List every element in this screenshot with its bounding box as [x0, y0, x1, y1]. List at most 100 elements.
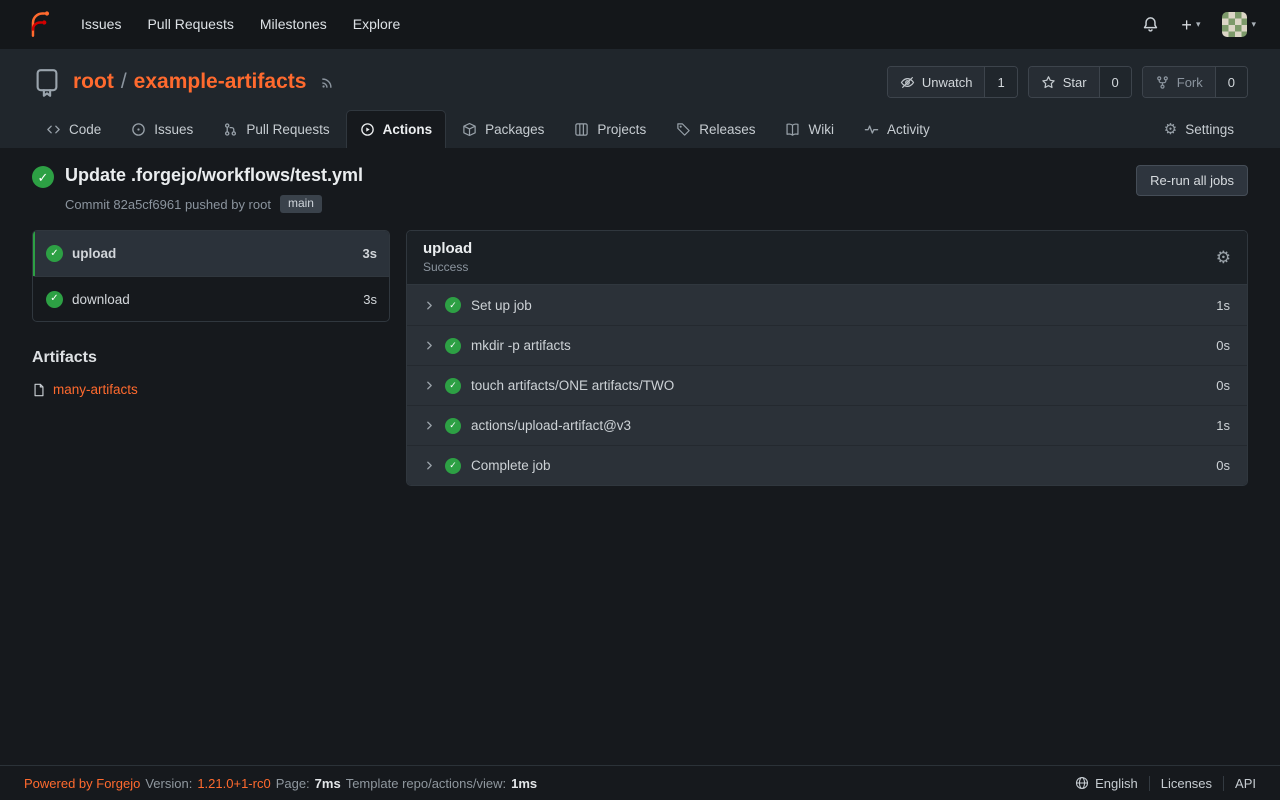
chevron-right-icon	[424, 460, 435, 471]
rerun-all-jobs-button[interactable]: Re-run all jobs	[1136, 165, 1248, 196]
tab-label: Issues	[154, 122, 193, 137]
job-name: upload	[72, 246, 116, 261]
step-label: mkdir -p artifacts	[471, 338, 571, 353]
repo-title-row: root / example-artifacts	[32, 66, 1248, 98]
step-row-mkdir[interactable]: ✓ mkdir -p artifacts 0s	[407, 325, 1247, 365]
forks-count[interactable]: 0	[1215, 67, 1247, 97]
step-label: Complete job	[471, 458, 551, 473]
run-body: ✓ upload 3s ✓ download 3s Artifacts many…	[32, 230, 1248, 486]
job-options-gear-icon[interactable]: ⚙	[1216, 249, 1231, 266]
unwatch-label: Unwatch	[922, 75, 973, 90]
chevron-right-icon	[424, 380, 435, 391]
repo-owner-link[interactable]: root	[73, 70, 114, 94]
step-success-icon: ✓	[445, 297, 461, 313]
chevron-right-icon	[424, 420, 435, 431]
api-link[interactable]: API	[1223, 776, 1256, 791]
powered-by-link[interactable]: Powered by Forgejo	[24, 776, 140, 791]
navbar-right: + ▾ ▾	[1142, 12, 1266, 37]
step-duration: 0s	[1216, 378, 1230, 393]
artifacts-heading: Artifacts	[32, 349, 390, 367]
nav-milestones[interactable]: Milestones	[247, 0, 340, 49]
file-icon	[32, 383, 46, 397]
step-duration: 1s	[1216, 298, 1230, 313]
tab-label: Pull Requests	[246, 122, 329, 137]
step-row-complete[interactable]: ✓ Complete job 0s	[407, 445, 1247, 485]
run-header: ✓ Update .forgejo/workflows/test.yml Com…	[32, 165, 1248, 213]
pulse-icon	[864, 122, 879, 137]
rss-feed-button[interactable]	[320, 75, 335, 90]
book-icon	[785, 122, 800, 137]
tab-code[interactable]: Code	[32, 110, 115, 148]
tab-activity[interactable]: Activity	[850, 110, 944, 148]
issue-icon	[131, 122, 146, 137]
globe-icon	[1075, 776, 1089, 790]
bell-icon	[1142, 16, 1159, 33]
job-row-upload[interactable]: ✓ upload 3s	[33, 231, 389, 276]
watchers-count[interactable]: 1	[984, 67, 1016, 97]
eye-slash-icon	[900, 75, 915, 90]
create-new-button[interactable]: + ▾	[1181, 16, 1200, 34]
run-title: Update .forgejo/workflows/test.yml	[65, 165, 363, 186]
chevron-right-icon	[424, 300, 435, 311]
page-time-value: 7ms	[315, 776, 341, 791]
avatar	[1222, 12, 1247, 37]
star-button[interactable]: Star	[1029, 67, 1099, 97]
tab-packages[interactable]: Packages	[448, 110, 558, 148]
page-time-label: Page:	[276, 776, 310, 791]
tab-projects[interactable]: Projects	[560, 110, 660, 148]
star-label: Star	[1063, 75, 1087, 90]
step-success-icon: ✓	[445, 378, 461, 394]
forgejo-actions-page: { "glyphs": { "check": "✓", "gear": "⚙",…	[0, 0, 1280, 800]
language-label: English	[1095, 776, 1138, 791]
tab-actions[interactable]: Actions	[346, 110, 447, 148]
actions-run-view: ✓ Update .forgejo/workflows/test.yml Com…	[0, 148, 1280, 765]
run-title-block: ✓ Update .forgejo/workflows/test.yml Com…	[32, 165, 363, 213]
tab-releases[interactable]: Releases	[662, 110, 769, 148]
nav-pull-requests[interactable]: Pull Requests	[134, 0, 246, 49]
step-row-setup[interactable]: ✓ Set up job 1s	[407, 285, 1247, 325]
tab-label: Settings	[1185, 122, 1234, 137]
version-link[interactable]: 1.21.0+1-rc0	[197, 776, 270, 791]
job-detail-panel: upload Success ⚙ ✓ Set up job 1s	[406, 230, 1248, 486]
template-time-label: Template repo/actions/view:	[346, 776, 506, 791]
language-selector[interactable]: English	[1064, 776, 1149, 791]
step-row-touch[interactable]: ✓ touch artifacts/ONE artifacts/TWO 0s	[407, 365, 1247, 405]
user-menu-button[interactable]: ▾	[1222, 12, 1256, 37]
job-steps-list: ✓ Set up job 1s ✓ mkdir -p artifacts 0s	[407, 285, 1247, 485]
tab-settings[interactable]: ⚙ Settings	[1150, 110, 1248, 148]
tab-wiki[interactable]: Wiki	[771, 110, 848, 148]
actions-icon	[360, 122, 375, 137]
fork-icon	[1155, 75, 1170, 90]
job-list: ✓ upload 3s ✓ download 3s	[32, 230, 390, 322]
chevron-down-icon: ▾	[1251, 20, 1256, 29]
footer-left: Powered by Forgejo Version: 1.21.0+1-rc0…	[24, 776, 537, 791]
watch-button-group: Unwatch 1	[887, 66, 1018, 98]
fork-button[interactable]: Fork	[1143, 67, 1215, 97]
nav-issues[interactable]: Issues	[68, 0, 134, 49]
step-row-upload-artifact[interactable]: ✓ actions/upload-artifact@v3 1s	[407, 405, 1247, 445]
unwatch-button[interactable]: Unwatch	[888, 67, 985, 97]
fork-label: Fork	[1177, 75, 1203, 90]
jobs-sidebar: ✓ upload 3s ✓ download 3s Artifacts many…	[32, 230, 390, 397]
repo-action-buttons: Unwatch 1 Star 0	[887, 66, 1248, 98]
job-detail-status: Success	[423, 260, 472, 274]
stars-count[interactable]: 0	[1099, 67, 1131, 97]
tab-pull-requests[interactable]: Pull Requests	[209, 110, 343, 148]
repo-name-link[interactable]: example-artifacts	[134, 70, 307, 94]
nav-explore[interactable]: Explore	[340, 0, 413, 49]
artifact-download-link[interactable]: many-artifacts	[53, 382, 138, 397]
licenses-link[interactable]: Licenses	[1149, 776, 1223, 791]
step-success-icon: ✓	[445, 458, 461, 474]
branch-badge[interactable]: main	[280, 195, 322, 213]
job-detail-title: upload	[423, 240, 472, 257]
step-duration: 1s	[1216, 418, 1230, 433]
step-label: Set up job	[471, 298, 532, 313]
tab-label: Code	[69, 122, 101, 137]
job-row-download[interactable]: ✓ download 3s	[33, 276, 389, 321]
step-duration: 0s	[1216, 458, 1230, 473]
forgejo-logo[interactable]	[26, 11, 53, 38]
tab-issues[interactable]: Issues	[117, 110, 207, 148]
notifications-button[interactable]	[1142, 16, 1159, 33]
tab-label: Actions	[383, 122, 433, 137]
top-navbar: Issues Pull Requests Milestones Explore …	[0, 0, 1280, 49]
